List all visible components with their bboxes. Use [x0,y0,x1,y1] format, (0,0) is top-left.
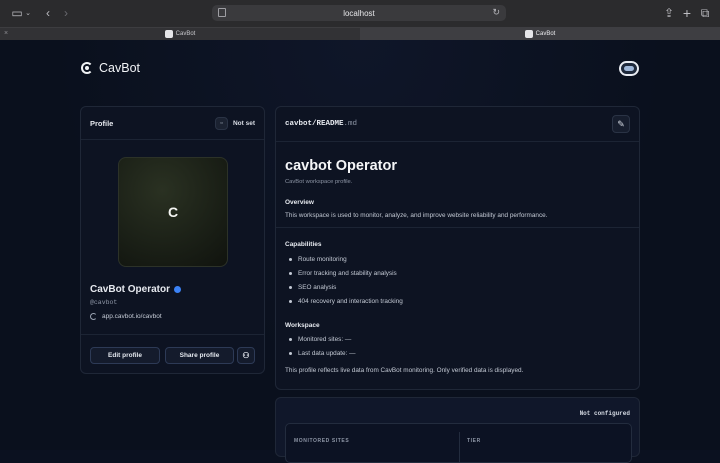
stats-status: Not configured [579,410,630,417]
share-icon[interactable]: ⇪ [661,6,677,20]
readme-card: cavbot/README .md ✎ cavbot Operator CavBo… [275,106,640,390]
team-button[interactable]: ⚇ [237,347,255,364]
reload-icon[interactable]: ↻ [492,7,500,18]
profile-photo[interactable]: C [118,157,228,267]
status-badge[interactable]: ▫ Not set [214,116,255,130]
address-bar[interactable]: localhost ↻ [212,5,506,21]
divider [459,432,460,462]
tier-label: TIER [467,438,481,444]
overview-heading: Overview [285,199,314,206]
divider [276,227,639,228]
profile-handle: @cavbot [90,299,118,306]
tab-1[interactable]: × CavBot [0,27,360,40]
profile-name: CavBot Operator [90,284,182,295]
divider [81,334,264,335]
capabilities-heading: Capabilities [285,241,322,248]
monitored-sites-label: MONITORED SITES [294,438,350,444]
edit-profile-label: Edit profile [108,352,142,359]
link-icon [90,313,97,320]
readme-ext: .md [343,120,358,128]
stats-card: Not configured MONITORED SITES TIER [275,397,640,463]
verified-icon [174,286,182,293]
list-item: 404 recovery and interaction tracking [289,298,403,305]
profile-card: Profile ▫ Not set C CavBot Operator @cav… [80,106,265,374]
favicon-icon [524,29,533,38]
edit-readme-button[interactable]: ✎ [612,115,630,133]
bot-icon [624,66,634,71]
list-item-text: SEO analysis [298,284,337,291]
readme-header: cavbot/README .md [276,107,639,142]
readme-title: cavbot Operator [285,158,397,174]
brand-logo[interactable]: CavBot [81,61,140,75]
profile-card-title: Profile [90,118,114,128]
edit-profile-button[interactable]: Edit profile [90,347,160,364]
list-item-text: Last data update: — [298,350,356,357]
profile-initial: C [167,204,179,220]
profile-card-header: Profile ▫ Not set [81,107,264,140]
url-text: localhost [343,8,375,18]
list-item: Monitored sites: — [289,336,351,343]
readme-footer-text: This profile reflects live data from Cav… [285,367,524,374]
pencil-icon: ✎ [617,118,625,129]
close-tab-icon[interactable]: × [4,30,8,37]
list-item: Route monitoring [289,256,347,263]
list-item-text: 404 recovery and interaction tracking [298,298,403,305]
favicon-icon [164,30,173,38]
profile-link-text: app.cavbot.io/cavbot [102,313,162,320]
share-profile-button[interactable]: Share profile [165,347,234,364]
browser-toolbar: ▭ ⌄ ‹ › localhost ↻ ⇪ + ⧉ [0,0,720,27]
status-icon: ▫ [214,116,228,130]
workspace-heading: Workspace [285,322,320,329]
tab-label: CavBot [535,30,556,37]
chevron-down-icon[interactable]: ⌄ [24,6,32,20]
list-item: Error tracking and stability analysis [289,270,397,277]
new-tab-icon[interactable]: + [679,5,695,21]
list-item-text: Monitored sites: — [298,336,352,343]
page-icon [218,8,226,17]
account-avatar[interactable] [619,61,639,76]
list-item: Last data update: — [289,350,356,357]
users-icon: ⚇ [242,351,250,360]
status-label: Not set [232,119,255,127]
back-icon[interactable]: ‹ [40,6,56,20]
list-item-text: Error tracking and stability analysis [298,270,397,277]
stats-panel: MONITORED SITES TIER [285,423,632,463]
list-item-text: Route monitoring [298,256,347,263]
page: CavBot Profile ▫ Not set C CavBot Operat… [0,40,720,463]
profile-name-text: CavBot Operator [90,284,171,295]
readme-path: cavbot/README [285,120,344,128]
profile-link[interactable]: app.cavbot.io/cavbot [90,313,162,320]
tab-overview-icon[interactable]: ⧉ [697,6,713,20]
tab-2[interactable]: CavBot [360,27,720,40]
list-item: SEO analysis [289,284,336,291]
tab-label: CavBot [175,31,196,37]
overview-text: This workspace is used to monitor, analy… [285,212,548,219]
sidebar-toggle-icon[interactable]: ▭ [9,6,25,20]
share-profile-label: Share profile [179,352,220,359]
cavbot-logo-icon [81,62,93,74]
readme-subtitle: CavBot workspace profile. [285,179,353,185]
forward-icon[interactable]: › [58,6,74,20]
brand-name: CavBot [99,61,140,75]
tab-strip: × CavBot CavBot [0,27,720,40]
